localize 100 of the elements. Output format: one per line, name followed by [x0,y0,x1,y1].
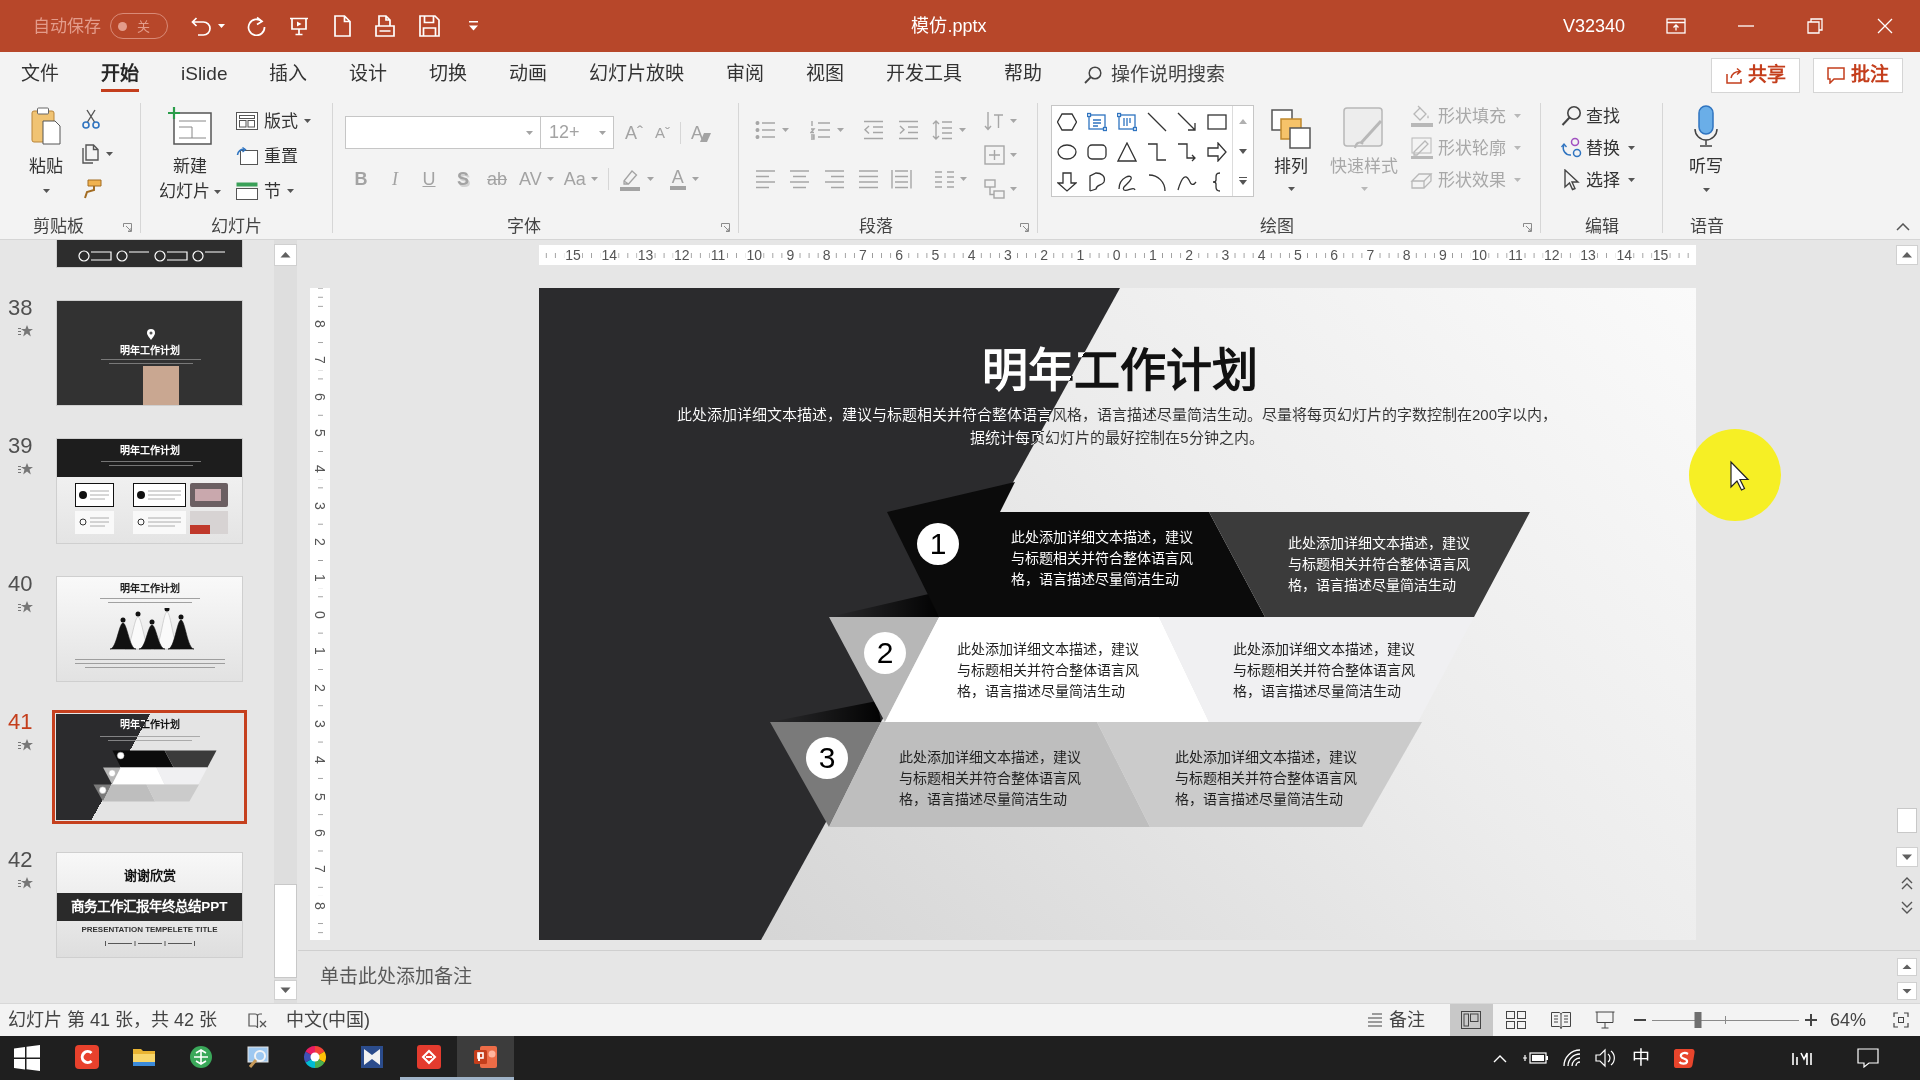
reset-icon[interactable] [236,147,258,165]
taskbar-button[interactable] [457,1036,514,1080]
vertical-text-box-icon[interactable] [1117,112,1137,132]
layout-button[interactable]: 版式 [236,110,311,132]
triangle-icon[interactable] [1117,142,1137,162]
oval-icon[interactable] [1057,142,1077,162]
previous-slide-icon[interactable] [1901,876,1913,890]
input-method-logo-icon[interactable] [1673,1047,1695,1069]
wifi-icon[interactable] [1562,1048,1582,1068]
rectangle-icon[interactable] [1207,112,1227,132]
shapes-gallery[interactable] [1051,105,1254,197]
slide-show-icon[interactable] [1595,1011,1616,1029]
caret-icon[interactable] [42,189,50,193]
input-method-indicator[interactable]: 中 [1632,1049,1650,1067]
menu-tab[interactable]: 插入 [269,52,308,92]
scrollbar-thumb[interactable] [1897,808,1917,833]
menu-tab[interactable]: 审阅 [726,52,765,92]
microphone-icon[interactable] [1692,105,1720,147]
clipboard-icon[interactable] [31,107,61,145]
menu-tab[interactable]: iSlide [181,52,228,92]
slide-sorter-icon[interactable] [1506,1011,1527,1029]
caret-icon[interactable] [1628,178,1635,182]
menu-tab[interactable]: 切换 [429,52,468,92]
caret-icon[interactable] [218,24,225,28]
freeform-icon[interactable] [1087,172,1107,192]
down-arrow-icon[interactable] [1057,172,1077,192]
arrow-icon[interactable] [1177,112,1197,132]
battery-icon[interactable] [1522,1049,1548,1067]
caret-icon[interactable] [1628,146,1635,150]
hexagon-icon[interactable] [1057,112,1077,132]
share-button[interactable]: 共享 [1711,58,1800,93]
menu-tab[interactable]: 幻灯片放映 [589,52,685,92]
zoom-in-icon[interactable] [1804,1014,1817,1026]
replace-button[interactable]: 替换 [1561,136,1635,160]
notes-scroll-down-icon[interactable] [1897,982,1917,1000]
copy-icon[interactable] [82,144,99,164]
close-icon[interactable] [1877,18,1893,34]
slide-thumbnail[interactable]: 明年工作计划 [56,438,243,544]
customize-menu-icon[interactable] [469,21,478,31]
find-button[interactable]: 查找 [1561,104,1635,128]
section-button[interactable]: 节 [236,180,311,202]
book-icon[interactable] [359,1044,384,1069]
cut-icon[interactable] [82,109,100,129]
scrollbar-thumb[interactable] [274,884,297,978]
animation-star-icon[interactable] [18,463,33,475]
menu-tab[interactable]: 开始 [101,52,139,92]
slide-thumbnail[interactable]: 明年工作计划 [56,576,243,682]
dialog-launcher-icon[interactable] [123,223,132,232]
tell-me-search-field[interactable]: 操作说明搜索 [1111,60,1242,90]
collapse-ribbon-icon[interactable] [1896,223,1910,231]
font-name-field[interactable] [345,116,541,149]
reset-button[interactable]: 重置 [236,145,311,167]
arrange-icon[interactable] [1271,109,1311,149]
notes-scroll-up-icon[interactable] [1897,958,1917,976]
section-icon[interactable] [236,182,258,200]
restore-icon[interactable] [1807,18,1823,34]
color-wheel-icon[interactable] [302,1044,327,1069]
gallery-down-icon[interactable] [1239,148,1247,154]
redo-icon[interactable] [246,16,266,36]
print-preview-icon[interactable] [375,15,395,37]
normal-view-icon[interactable] [1461,1011,1482,1029]
zoom-slider-thumb[interactable] [1694,1012,1702,1028]
new-file-icon[interactable] [334,15,351,37]
cursor-icon[interactable] [1561,169,1583,191]
menu-tab[interactable]: 文件 [21,52,59,92]
dictate-button[interactable]: 听写 [1684,105,1728,192]
menu-tab[interactable]: 帮助 [1004,52,1043,92]
caret-icon[interactable] [287,189,294,193]
slide-thumbnail[interactable]: 明年工作计划 [56,300,243,406]
undo-icon[interactable] [190,16,212,36]
caret-icon[interactable] [1702,188,1710,192]
line-icon[interactable] [1147,112,1167,132]
layout-icon[interactable] [236,112,258,130]
notification-icon[interactable] [1857,1048,1879,1068]
normal-view-button[interactable] [1449,1004,1493,1036]
animation-star-icon[interactable] [18,739,33,751]
diamond-logo-icon[interactable] [416,1044,441,1069]
arc-icon[interactable] [1147,172,1167,192]
presentation-icon[interactable] [289,16,309,36]
scroll-up-icon[interactable] [1896,245,1918,265]
paste-button[interactable]: 粘贴 [22,107,70,193]
dialog-launcher-icon[interactable] [1523,223,1532,232]
reading-view-icon[interactable] [1551,1011,1572,1029]
replace-icon[interactable] [1561,137,1583,159]
globe-icon[interactable] [188,1044,213,1069]
menu-tab[interactable]: 开发工具 [886,52,963,92]
caret-icon[interactable] [106,152,113,156]
caret-icon[interactable] [1287,187,1295,191]
animation-star-icon[interactable] [18,325,33,337]
notes-button[interactable]: 备注 [1366,1011,1425,1029]
spell-check-icon[interactable] [248,1011,268,1029]
format-painter-icon[interactable] [82,179,102,199]
windows-start-icon[interactable] [14,1045,40,1071]
caret-icon[interactable] [214,189,221,194]
save-icon[interactable] [419,15,440,37]
arrange-button[interactable]: 排列 [1269,109,1313,191]
next-slide-icon[interactable] [1901,901,1913,915]
ribbon-display-options-icon[interactable] [1666,18,1686,34]
text-box-icon[interactable] [1087,112,1107,132]
volume-icon[interactable] [1595,1048,1617,1068]
